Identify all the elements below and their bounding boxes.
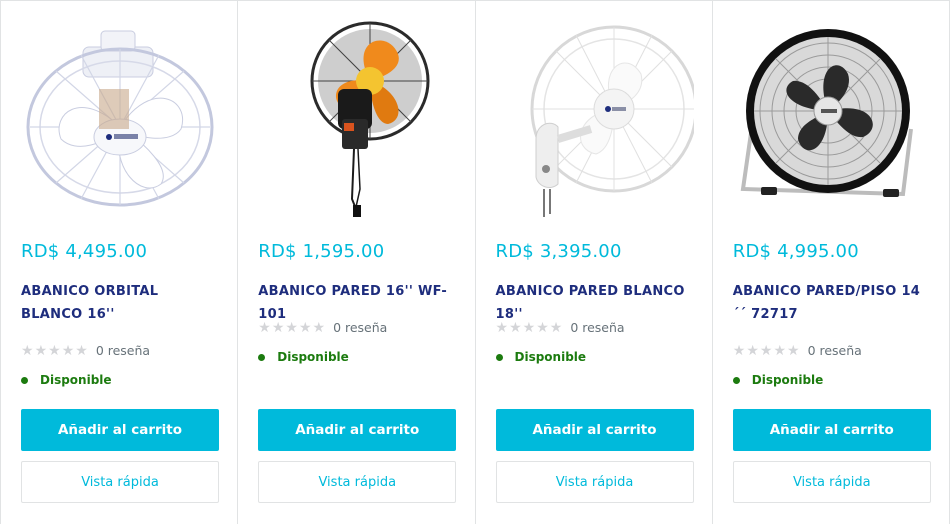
quick-view-button[interactable]: Vista rápida [732, 461, 931, 503]
add-to-cart-button[interactable]: Añadir al carrito [21, 409, 219, 451]
in-stock-dot-icon [21, 376, 28, 384]
star-icon: ★ [75, 342, 88, 359]
rating-stars: ★ ★ ★ ★ ★ [258, 321, 325, 335]
star-icon: ★ [48, 342, 61, 359]
rating: ★ ★ ★ ★ ★ 0 reseña [21, 343, 150, 358]
quick-view-button[interactable]: Vista rápida [21, 461, 219, 503]
add-to-cart-button[interactable]: Añadir al carrito [495, 409, 694, 451]
star-icon: ★ [271, 319, 285, 336]
stock-label: Disponible [751, 373, 824, 387]
star-icon: ★ [258, 319, 271, 336]
star-icon: ★ [787, 342, 800, 359]
rating-stars: ★ ★ ★ ★ ★ [733, 344, 800, 358]
quick-view-button[interactable]: Vista rápida [258, 461, 457, 503]
stock-label: Disponible [40, 373, 112, 387]
stock-status: Disponible [732, 373, 824, 387]
wall-fan-black-orange-image [310, 21, 430, 217]
quick-view-button[interactable]: Vista rápida [495, 461, 694, 503]
floor-fan-black-image [740, 29, 913, 197]
star-icon: ★ [536, 319, 549, 336]
add-to-cart-button[interactable]: Añadir al carrito [258, 409, 457, 451]
star-icon: ★ [61, 342, 75, 359]
product-card: RD$ 4,995.00 ABANICO PARED/PISO 14´´ 727… [713, 1, 950, 524]
review-count: 0 reseña [333, 320, 388, 335]
product-card: RD$ 3,395.00 ABANICO PARED BLANCO 18'' ★… [476, 1, 713, 524]
product-price: RD$ 4,495.00 [21, 241, 148, 262]
in-stock-dot-icon [258, 353, 266, 361]
product-card: RD$ 1,595.00 ABANICO PARED 16'' WF-101 ★… [238, 1, 476, 524]
star-icon: ★ [509, 319, 522, 336]
star-icon: ★ [298, 319, 312, 336]
add-to-cart-button[interactable]: Añadir al carrito [732, 409, 931, 451]
star-icon: ★ [21, 342, 34, 359]
review-count: 0 reseña [570, 320, 625, 335]
product-title[interactable]: ABANICO ORBITAL BLANCO 16'' [21, 280, 221, 326]
stock-label: Disponible [277, 350, 349, 364]
product-grid: RD$ 4,495.00 ABANICO ORBITAL BLANCO 16''… [0, 0, 950, 524]
review-count: 0 reseña [807, 343, 862, 358]
stock-status: Disponible [495, 350, 587, 364]
rating-stars: ★ ★ ★ ★ ★ [496, 321, 563, 335]
rating: ★ ★ ★ ★ ★ 0 reseña [496, 320, 625, 335]
star-icon: ★ [495, 319, 509, 336]
review-count: 0 reseña [95, 343, 151, 358]
product-title[interactable]: ABANICO PARED/PISO 14´´ 72717 [733, 280, 933, 326]
rating: ★ ★ ★ ★ ★ 0 reseña [733, 343, 862, 358]
star-icon: ★ [312, 319, 326, 336]
product-price: RD$ 4,995.00 [732, 241, 859, 262]
product-image[interactable] [733, 19, 931, 219]
product-image[interactable] [258, 19, 456, 219]
star-icon: ★ [732, 342, 746, 359]
product-card: RD$ 4,495.00 ABANICO ORBITAL BLANCO 16''… [1, 1, 239, 524]
product-image[interactable] [21, 19, 219, 219]
star-icon: ★ [759, 342, 773, 359]
orbital-ceiling-fan-image [26, 30, 214, 207]
stock-status: Disponible [21, 373, 112, 387]
stock-status: Disponible [258, 350, 349, 364]
star-icon: ★ [285, 319, 298, 336]
stock-label: Disponible [514, 350, 587, 364]
product-image[interactable] [496, 19, 694, 219]
product-price: RD$ 3,395.00 [495, 241, 622, 262]
in-stock-dot-icon [732, 376, 740, 384]
star-icon: ★ [746, 342, 759, 359]
product-price: RD$ 1,595.00 [258, 241, 385, 262]
in-stock-dot-icon [495, 353, 503, 361]
rating: ★ ★ ★ ★ ★ 0 reseña [258, 320, 387, 335]
star-icon: ★ [34, 342, 48, 359]
wall-fan-white-image [530, 25, 694, 217]
star-icon: ★ [522, 319, 536, 336]
star-icon: ★ [773, 342, 786, 359]
rating-stars: ★ ★ ★ ★ ★ [21, 344, 88, 358]
star-icon: ★ [549, 319, 563, 336]
